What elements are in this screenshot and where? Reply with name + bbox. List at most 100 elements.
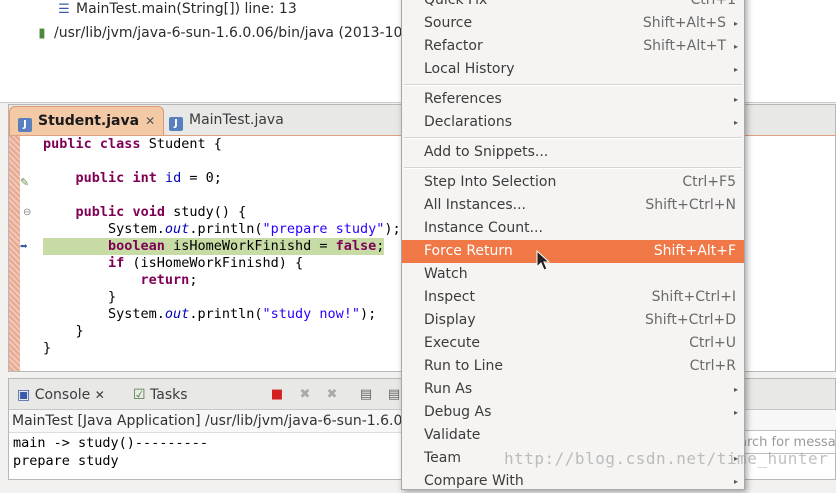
menu-item-inspect[interactable]: Inspect Shift+Ctrl+I: [402, 286, 744, 309]
close-icon[interactable]: ✕: [95, 388, 105, 402]
submenu-arrow-icon: ▸: [733, 65, 738, 74]
tab-maintest-java[interactable]: J MainTest.java: [161, 106, 292, 134]
remove-all-terminated-icon[interactable]: ✖: [325, 388, 339, 402]
menu-item-shortcut: Shift+Alt+F: [653, 243, 736, 259]
tab-label: Tasks: [150, 387, 188, 403]
menu-item-references[interactable]: References ▸: [402, 88, 744, 111]
editor-gutter[interactable]: ✎ ⊖ ➡: [20, 136, 42, 371]
console-icon: ▣: [17, 387, 31, 403]
menu-item-shortcut: Shift+Ctrl+N: [645, 197, 736, 213]
menu-item-shortcut: Ctrl+U: [689, 335, 736, 351]
scroll-lock-icon[interactable]: ▤: [387, 388, 401, 402]
tab-label: MainTest.java: [189, 112, 284, 128]
menu-item-compare-with[interactable]: Compare With ▸: [402, 470, 744, 493]
process-row[interactable]: ▮ /usr/lib/jvm/java-6-sun-1.6.0.06/bin/ja…: [34, 22, 425, 44]
code-line: }: [43, 340, 52, 356]
menu-item-label: Run to Line: [424, 358, 503, 374]
menu-item-label: Quick Fix: [424, 0, 488, 8]
current-code-line: boolean isHomeWorkFinishd = false;: [43, 238, 385, 255]
menu-item-source[interactable]: Source Shift+Alt+S ▸: [402, 12, 744, 35]
java-file-icon: J: [169, 117, 183, 131]
submenu-arrow-icon: ▸: [733, 477, 738, 486]
override-marker-icon: ✎: [20, 176, 30, 189]
process-label: /usr/lib/jvm/java-6-sun-1.6.0.06/bin/jav…: [54, 25, 426, 41]
menu-separator: [404, 167, 742, 169]
submenu-arrow-icon: ▸: [733, 118, 738, 127]
tab-label: Student.java: [38, 113, 140, 129]
menu-item-label: Add to Snippets...: [424, 144, 549, 160]
console-line: prepare study: [13, 453, 119, 469]
menu-item-shortcut: Shift+Alt+S: [642, 15, 726, 31]
submenu-arrow-icon: ▸: [733, 95, 738, 104]
menu-item-refactor[interactable]: Refactor Shift+Alt+T ▸: [402, 35, 744, 58]
menu-item-shortcut: Shift+Ctrl+I: [651, 289, 736, 305]
menu-item-shortcut: Ctrl+R: [689, 358, 736, 374]
menu-separator: [404, 84, 742, 86]
close-icon[interactable]: ✕: [145, 114, 155, 128]
menu-item-instance-count[interactable]: Instance Count...: [402, 217, 744, 240]
watermark: http://blog.csdn.net/time_hunter: [504, 449, 829, 468]
menu-item-label: Team: [424, 450, 462, 466]
menu-item-step-into-selection[interactable]: Step Into Selection Ctrl+F5: [402, 171, 744, 194]
menu-item-label: Display: [424, 312, 476, 328]
menu-item-quick-fix[interactable]: Quick Fix Ctrl+1: [402, 0, 744, 12]
java-file-icon: J: [18, 118, 32, 132]
menu-item-label: Step Into Selection: [424, 174, 557, 190]
remove-launch-icon[interactable]: ✖: [298, 388, 312, 402]
menu-item-run-to-line[interactable]: Run to Line Ctrl+R: [402, 355, 744, 378]
menu-separator: [404, 137, 742, 139]
code-line: System.out.println("prepare study");: [43, 221, 401, 237]
current-line-arrow-icon: ➡: [20, 242, 28, 252]
code-line: if (isHomeWorkFinishd) {: [108, 255, 304, 271]
stack-frame-row[interactable]: ☰ MainTest.main(String[]) line: 13: [56, 0, 297, 20]
code-line: System.out.println("study now!");: [43, 306, 377, 322]
menu-item-label: Execute: [424, 335, 480, 351]
clear-console-icon[interactable]: ▤: [359, 388, 373, 402]
menu-item-label: Compare With: [424, 473, 524, 489]
code-line: }: [43, 289, 117, 305]
menu-item-all-instances[interactable]: All Instances... Shift+Ctrl+N: [402, 194, 744, 217]
breakpoint-ruler[interactable]: [9, 136, 20, 371]
menu-item-label: All Instances...: [424, 197, 526, 213]
menu-item-shortcut: Shift+Alt+T: [643, 38, 726, 54]
menu-item-label: Inspect: [424, 289, 475, 305]
menu-item-label: Watch: [424, 266, 468, 282]
submenu-arrow-icon: ▸: [733, 19, 738, 28]
terminate-icon[interactable]: ■: [270, 388, 284, 402]
stack-frame-label: MainTest.main(String[]) line: 13: [76, 1, 297, 17]
console-line: main -> study()---------: [13, 435, 209, 451]
menu-item-validate[interactable]: Validate: [402, 424, 744, 447]
menu-item-execute[interactable]: Execute Ctrl+U: [402, 332, 744, 355]
menu-item-display[interactable]: Display Shift+Ctrl+D: [402, 309, 744, 332]
menu-item-label: References: [424, 91, 502, 107]
menu-item-shortcut: Shift+Ctrl+D: [645, 312, 736, 328]
code-line: public int id = 0;: [75, 170, 222, 186]
menu-item-declarations[interactable]: Declarations ▸: [402, 111, 744, 134]
menu-item-label: Validate: [424, 427, 481, 443]
code-line: }: [43, 323, 84, 339]
stack-frame-icon: ☰: [58, 2, 70, 17]
code-line: public void study() {: [75, 204, 247, 220]
submenu-arrow-icon: ▸: [733, 385, 738, 394]
submenu-arrow-icon: ▸: [733, 408, 738, 417]
menu-item-label: Local History: [424, 61, 515, 77]
menu-item-label: Instance Count...: [424, 220, 543, 236]
tab-console[interactable]: ▣ Console ✕: [11, 381, 111, 409]
menu-item-label: Declarations: [424, 114, 513, 130]
menu-item-add-to-snippets[interactable]: Add to Snippets...: [402, 141, 744, 164]
tab-student-java[interactable]: J Student.java ✕: [9, 106, 165, 135]
fold-collapse-icon[interactable]: ⊖: [23, 207, 31, 218]
menu-item-debug-as[interactable]: Debug As ▸: [402, 401, 744, 424]
tab-label: Console: [34, 387, 91, 403]
menu-item-force-return[interactable]: Force Return Shift+Alt+F: [402, 240, 744, 263]
process-icon: ▮: [38, 26, 46, 41]
menu-item-run-as[interactable]: Run As ▸: [402, 378, 744, 401]
context-menu: Quick Fix Ctrl+1 Source Shift+Alt+S ▸ Refacto…: [401, 0, 745, 490]
menu-item-label: Run As: [424, 381, 473, 397]
code-line: return;: [140, 272, 198, 288]
tab-tasks[interactable]: ☑ Tasks: [127, 381, 194, 409]
menu-item-local-history[interactable]: Local History ▸: [402, 58, 744, 81]
code-line: public class Student {: [43, 136, 222, 152]
tasks-icon: ☑: [133, 387, 146, 403]
menu-item-watch[interactable]: Watch: [402, 263, 744, 286]
